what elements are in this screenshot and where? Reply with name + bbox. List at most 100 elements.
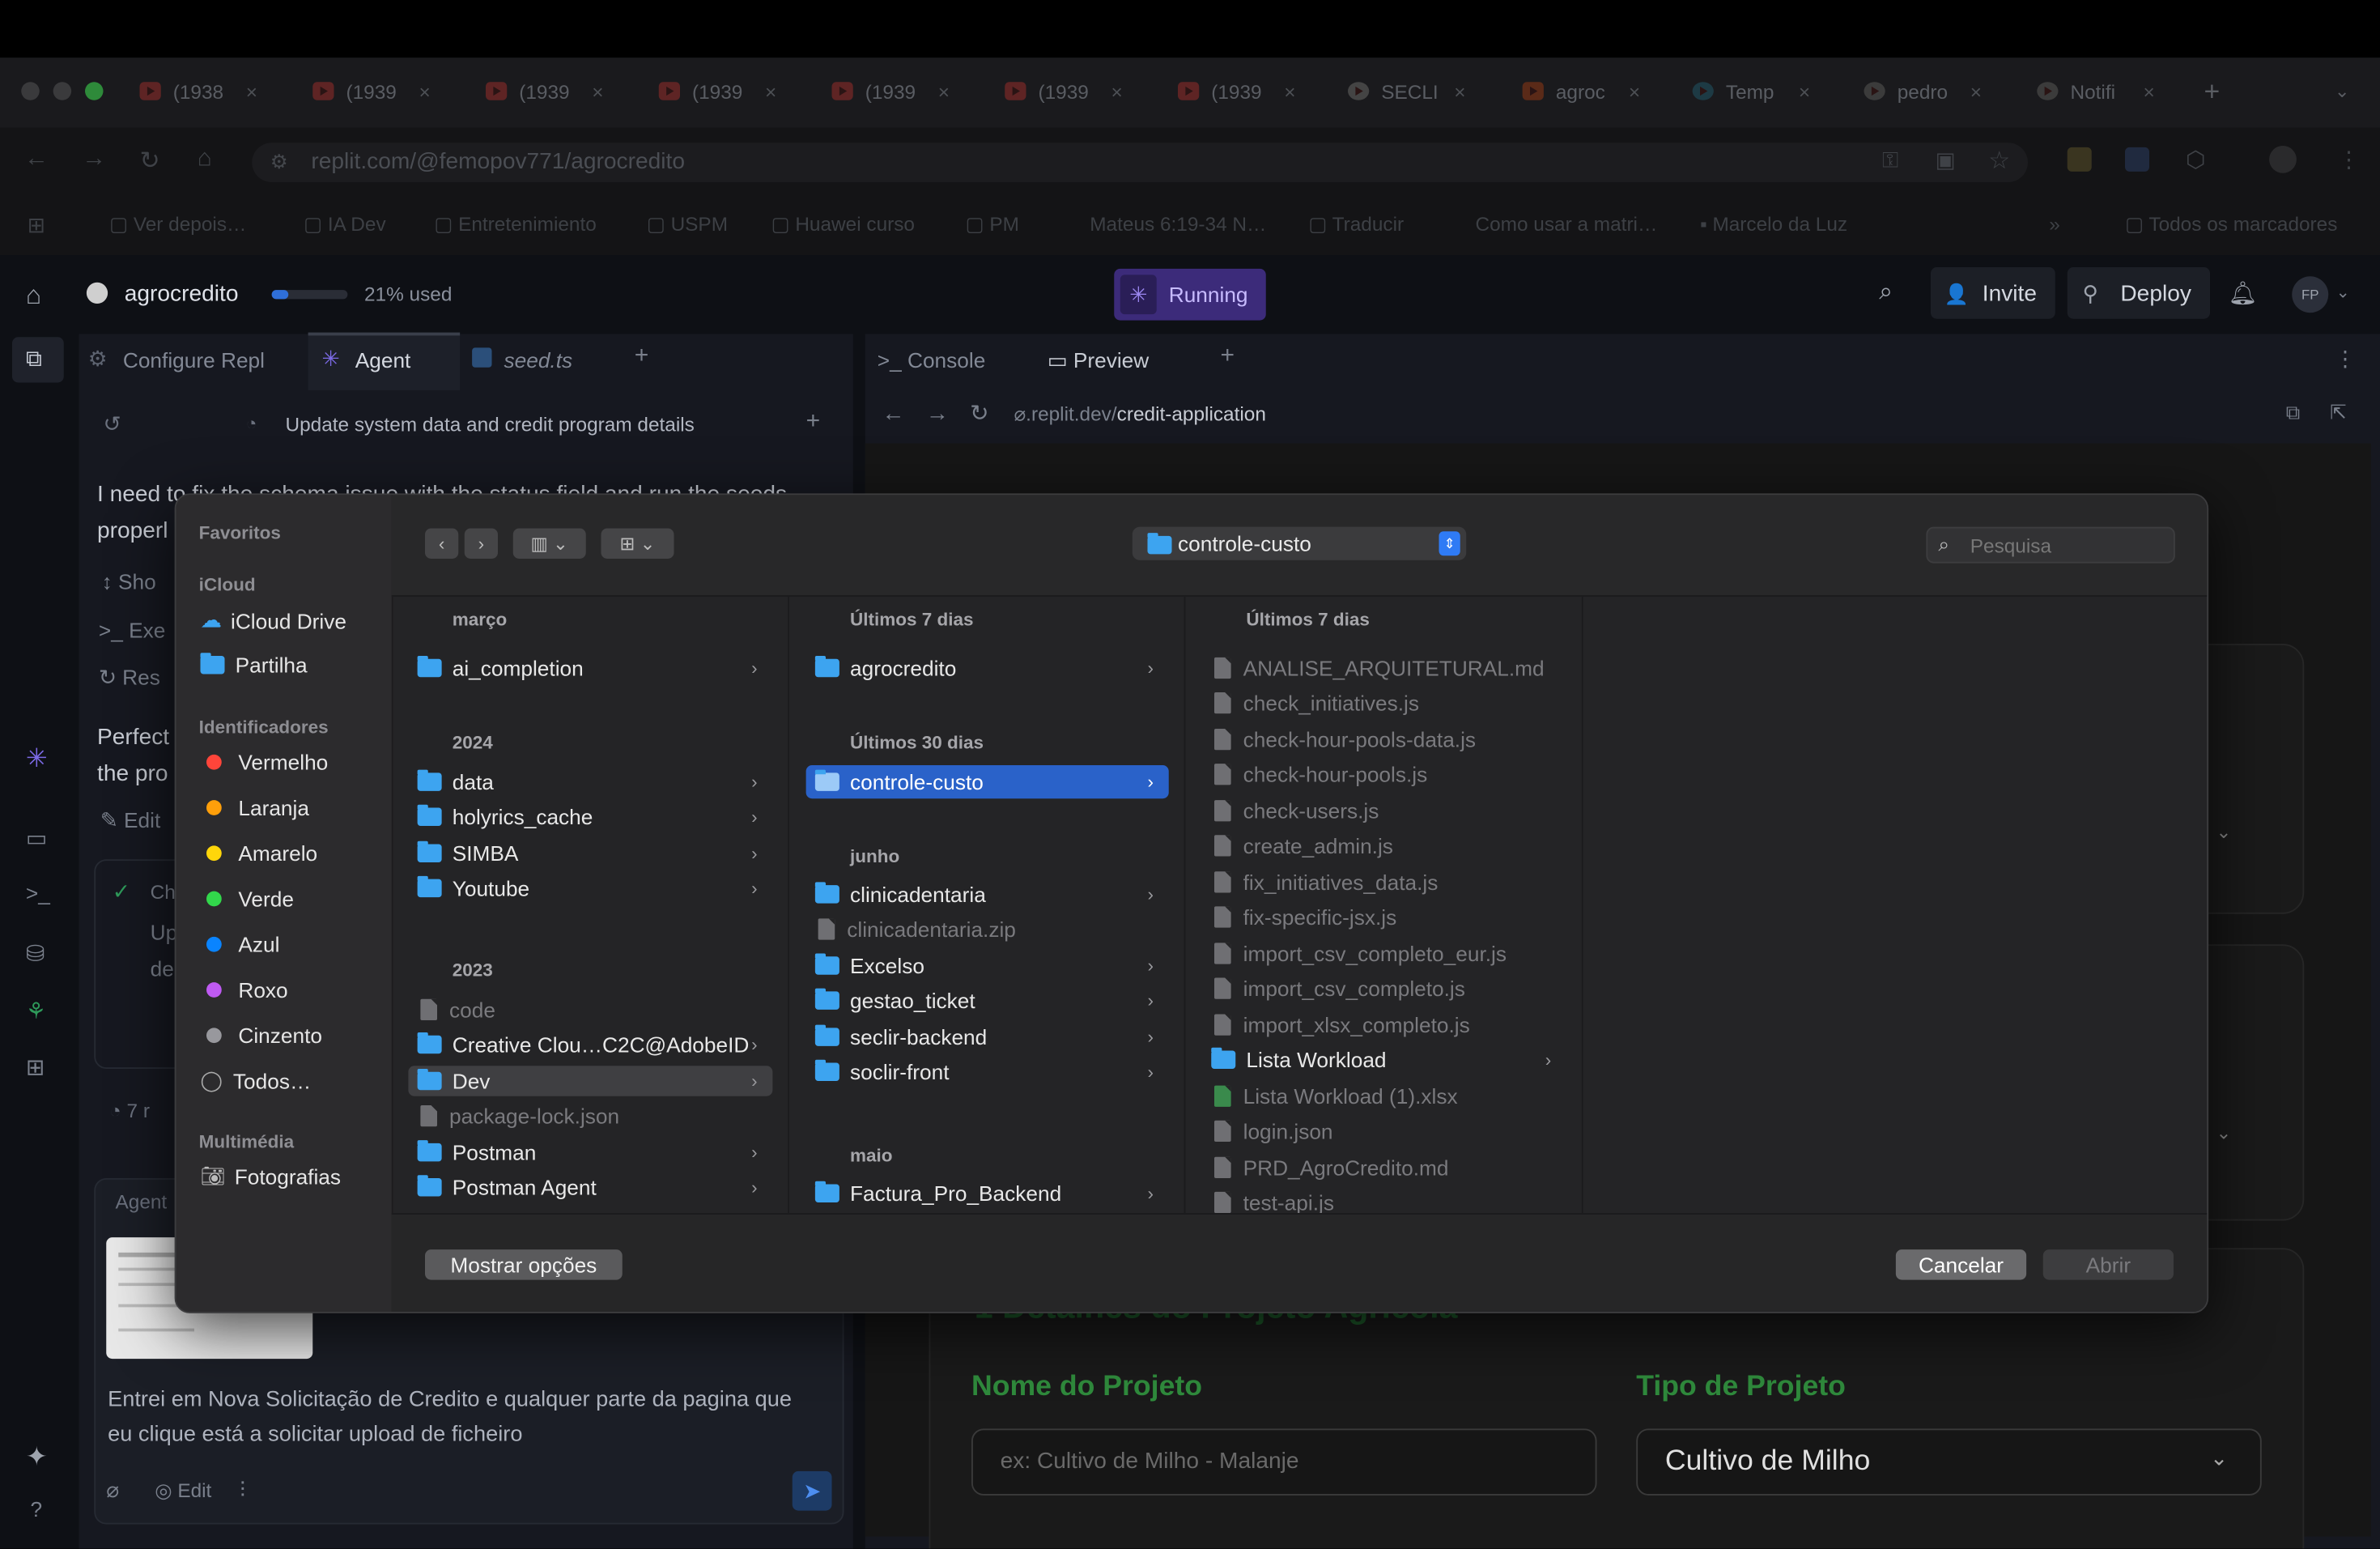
list-item[interactable]: clinicadentaria.zip bbox=[806, 914, 1169, 945]
tab-close-icon[interactable]: × bbox=[592, 79, 603, 102]
database-icon[interactable]: ⛁ bbox=[26, 940, 45, 968]
install-app-icon[interactable]: ▣ bbox=[1936, 147, 1956, 173]
sidebar-item-photos[interactable]: 📷︎ Fotografias bbox=[201, 1164, 342, 1189]
browser-tab[interactable]: (1939 × bbox=[1005, 70, 1123, 113]
avatar[interactable]: FP bbox=[2292, 276, 2329, 313]
list-item[interactable]: Lista Workload › bbox=[1202, 1045, 1566, 1075]
list-item[interactable]: check-hour-pools-data.js bbox=[1202, 724, 1566, 755]
chevron-down-icon[interactable]: ⌄ bbox=[2216, 1122, 2232, 1143]
list-item[interactable]: data › bbox=[408, 767, 772, 798]
deployments-icon[interactable]: ⚘ bbox=[26, 998, 46, 1025]
history-icon[interactable]: ↺ bbox=[104, 411, 121, 437]
edit-mode[interactable]: ◎ Edit bbox=[155, 1479, 211, 1503]
list-item[interactable]: seclir-backend › bbox=[806, 1022, 1169, 1053]
url-text[interactable]: replit.com/@femopov771/agrocredito bbox=[311, 149, 685, 175]
back-icon[interactable]: ← bbox=[24, 146, 49, 173]
list-item[interactable]: gestao_ticket › bbox=[806, 985, 1169, 1016]
browser-tab[interactable]: Notifi × bbox=[2037, 70, 2155, 113]
list-item[interactable]: Creative Clou…C2C@AdobeID › bbox=[408, 1029, 772, 1060]
notifications-bell-icon[interactable]: 🔔︎ bbox=[2229, 279, 2258, 307]
list-item[interactable]: SIMBA › bbox=[408, 838, 772, 869]
tab-close-icon[interactable]: × bbox=[765, 79, 776, 102]
search-input[interactable]: ⌕ Pesquisa bbox=[1926, 526, 2175, 564]
browser-tab[interactable]: (1939 × bbox=[658, 70, 776, 113]
browser-tab-active[interactable]: agroc × bbox=[1522, 70, 1640, 113]
tab-close-icon[interactable]: × bbox=[246, 79, 257, 102]
tab-preview[interactable]: ▭ Preview bbox=[1048, 347, 1149, 373]
home-icon[interactable]: ⌂ bbox=[26, 281, 41, 312]
window-close-dot[interactable] bbox=[21, 82, 40, 100]
cancel-button[interactable]: Cancelar bbox=[1895, 1249, 2027, 1280]
preview-back-icon[interactable]: ← bbox=[882, 401, 904, 427]
bookmarks-overflow[interactable]: » bbox=[2049, 213, 2060, 236]
list-item[interactable]: holyrics_cache › bbox=[408, 802, 772, 832]
site-info-icon[interactable]: ⚙ bbox=[270, 151, 288, 175]
apps-grid-icon[interactable]: ⊞ bbox=[28, 213, 45, 239]
list-item[interactable]: fix_initiatives_data.js bbox=[1202, 867, 1566, 898]
sidebar-tag[interactable]: Roxo bbox=[201, 978, 288, 1002]
preview-forward-icon[interactable]: → bbox=[926, 401, 949, 427]
window-zoom-dot[interactable] bbox=[85, 82, 104, 100]
devtools-icon[interactable]: ⧉ bbox=[2286, 401, 2300, 425]
open-button[interactable]: Abrir bbox=[2042, 1249, 2174, 1280]
show-options-button[interactable]: Mostrar opções bbox=[425, 1249, 623, 1280]
browser-tab[interactable]: (1939 × bbox=[831, 70, 950, 113]
list-item[interactable]: Excelso › bbox=[806, 951, 1169, 981]
list-item-selected[interactable]: controle-custo › bbox=[805, 765, 1169, 799]
list-item[interactable]: Postman Agent › bbox=[408, 1172, 772, 1203]
password-key-icon[interactable]: ⚿ bbox=[1882, 147, 1898, 173]
home-icon[interactable]: ⌂ bbox=[198, 146, 212, 173]
files-icon[interactable]: ⧉ bbox=[26, 347, 42, 372]
reload-icon[interactable]: ↻ bbox=[140, 146, 160, 177]
forward-icon[interactable]: → bbox=[82, 146, 106, 173]
sidebar-tag[interactable]: Cinzento bbox=[201, 1023, 322, 1048]
all-bookmarks[interactable]: ▢ Todos os marcadores bbox=[2125, 213, 2337, 237]
console-icon[interactable]: >_ bbox=[26, 881, 50, 905]
sidebar-all-tags[interactable]: ◯ Todos… bbox=[201, 1069, 312, 1093]
extension-icon[interactable] bbox=[2067, 147, 2092, 172]
nav-back-button[interactable]: ‹ bbox=[425, 528, 459, 559]
list-item[interactable]: check-users.js bbox=[1202, 796, 1566, 827]
send-button[interactable]: ➤ bbox=[792, 1470, 832, 1511]
location-popup[interactable]: controle-custo ⇕ bbox=[1132, 526, 1467, 560]
tab-close-icon[interactable]: × bbox=[1629, 79, 1640, 102]
list-item[interactable]: import_csv_completo.js bbox=[1202, 973, 1566, 1004]
list-item[interactable]: ai_completion › bbox=[408, 653, 772, 683]
list-item[interactable]: Lista Workload (1).xlsx bbox=[1202, 1081, 1566, 1112]
browser-tab[interactable]: (1939 × bbox=[1178, 70, 1295, 113]
sidebar-tag[interactable]: Azul bbox=[201, 932, 279, 956]
sidebar-tag[interactable]: Amarelo bbox=[201, 841, 317, 866]
sidebar-tag[interactable]: Vermelho bbox=[201, 750, 328, 774]
list-item[interactable]: code bbox=[408, 994, 772, 1025]
agent-icon[interactable]: ✳ bbox=[26, 744, 48, 775]
sidebar-tag[interactable]: Verde bbox=[201, 887, 294, 911]
list-item[interactable]: Youtube › bbox=[408, 873, 772, 904]
browser-menu-icon[interactable]: ⋮ bbox=[2338, 146, 2361, 173]
extensions-puzzle-icon[interactable]: ⬡ bbox=[2186, 146, 2206, 173]
browser-tab[interactable]: pedro × bbox=[1864, 70, 1982, 113]
browser-tab[interactable]: (1938 × bbox=[139, 70, 257, 113]
agent-input-text[interactable]: Entrei em Nova Solicitação de Credito e … bbox=[108, 1383, 821, 1453]
chevron-down-icon[interactable]: ⌄ bbox=[2216, 821, 2232, 842]
bookmark-item[interactable]: ▢ Traducir bbox=[1308, 213, 1404, 237]
new-tab-button[interactable]: + bbox=[2204, 70, 2221, 113]
preview-reload-icon[interactable]: ↻ bbox=[970, 399, 989, 427]
list-item[interactable]: import_csv_completo_eur.js bbox=[1202, 938, 1566, 969]
view-mode-button[interactable]: ▥ ⌄ bbox=[512, 528, 586, 559]
project-name[interactable]: agrocredito bbox=[125, 281, 239, 307]
edit-action[interactable]: ✎ Edit bbox=[100, 808, 161, 834]
bookmark-item[interactable]: ▢ USPM bbox=[647, 213, 728, 237]
tab-close-icon[interactable]: × bbox=[1111, 79, 1123, 102]
extension-icon[interactable] bbox=[2125, 147, 2149, 172]
bookmark-item[interactable]: ▢ PM bbox=[966, 213, 1019, 237]
bookmark-item[interactable]: ▪ Marcelo da Luz bbox=[1700, 213, 1847, 236]
list-item[interactable]: check_initiatives.js bbox=[1202, 687, 1566, 718]
new-chat-button[interactable]: + bbox=[806, 408, 821, 436]
nav-forward-button[interactable]: › bbox=[464, 528, 498, 559]
profile-icon[interactable] bbox=[2269, 146, 2297, 173]
list-item[interactable]: check-hour-pools.js bbox=[1202, 760, 1566, 790]
tab-list-chevron-icon[interactable]: ⌄ bbox=[2335, 70, 2350, 113]
browser-tab[interactable]: (1939 × bbox=[486, 70, 603, 113]
bookmark-star-icon[interactable]: ☆ bbox=[1988, 146, 2010, 177]
search-icon[interactable]: ⌕ bbox=[1879, 279, 1893, 307]
